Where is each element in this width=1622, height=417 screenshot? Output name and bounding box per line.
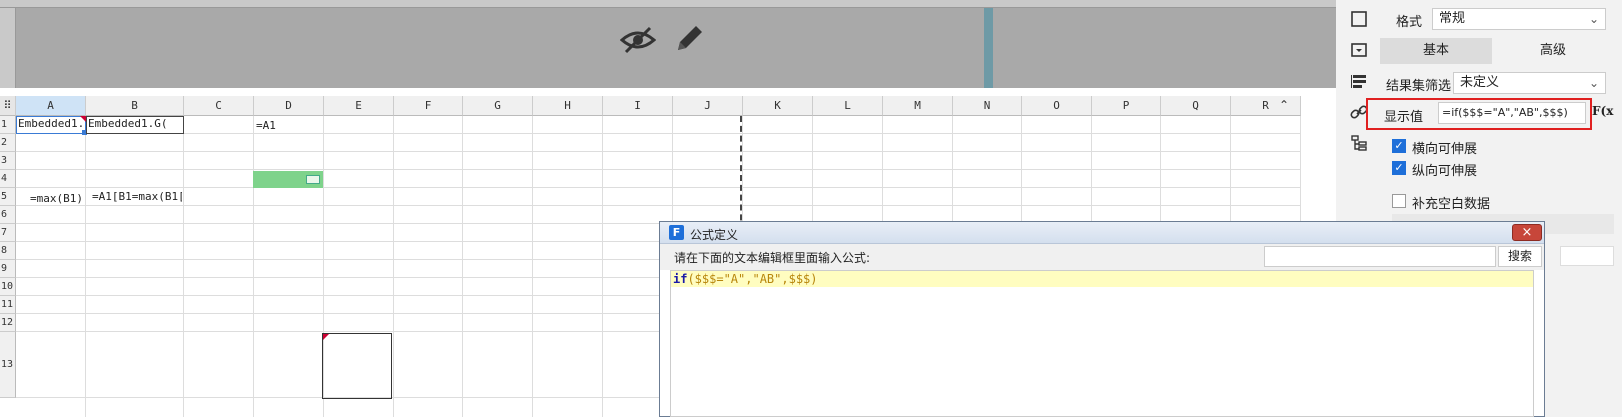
formula-args: ($$$="A","AB",$$$) xyxy=(687,272,818,286)
canvas-top-area xyxy=(0,0,1336,88)
dialog-titlebar[interactable]: F 公式定义 × xyxy=(660,222,1544,244)
close-icon[interactable]: × xyxy=(1512,224,1542,241)
cell-D1[interactable]: =A1 xyxy=(256,119,276,132)
formula-dialog: F 公式定义 × 请在下面的文本编辑框里面输入公式: 搜索 if($$$="A"… xyxy=(659,221,1545,417)
grid-column-line xyxy=(85,116,86,417)
resultset-filter-value: 未定义 xyxy=(1460,75,1500,90)
column-header-B[interactable]: B xyxy=(86,96,184,116)
row-header-11[interactable]: 11 xyxy=(0,296,16,314)
column-header-G[interactable]: G xyxy=(463,96,533,116)
tab-basic[interactable]: 基本 xyxy=(1380,38,1492,64)
column-header-J[interactable]: J xyxy=(673,96,743,116)
resultset-filter-label: 结果集筛选 xyxy=(1386,79,1452,94)
column-header-L[interactable]: L xyxy=(813,96,883,116)
left-ruler xyxy=(0,8,16,88)
dialog-toolbar: 请在下面的文本编辑框里面输入公式: 搜索 xyxy=(660,244,1544,270)
column-header-Q[interactable]: Q xyxy=(1161,96,1231,116)
cell-D13-border[interactable] xyxy=(322,333,392,399)
app-logo-icon: F xyxy=(669,225,684,240)
grid-column-line xyxy=(602,116,603,417)
grid-column-line xyxy=(393,116,394,417)
pencil-edit-icon[interactable] xyxy=(672,22,706,56)
chevron-down-icon: ⌄ xyxy=(1588,12,1599,26)
column-header-E[interactable]: E xyxy=(324,96,394,116)
widget-settings-icon[interactable] xyxy=(1350,72,1368,90)
chevron-down-icon: ⌄ xyxy=(1588,76,1599,90)
column-header-A[interactable]: A xyxy=(16,96,86,116)
row-header-9[interactable]: 9 xyxy=(0,260,16,278)
row-header-4[interactable]: 4 xyxy=(0,170,16,188)
grid-row-line xyxy=(16,169,1301,170)
fill-blank-label: 补充空白数据 xyxy=(1412,197,1491,212)
grid-corner[interactable]: ⠿ xyxy=(0,96,16,116)
grid-column-line xyxy=(532,116,533,417)
scroll-up-icon[interactable]: ⌃ xyxy=(1277,96,1291,116)
top-ruler xyxy=(0,0,1336,8)
display-value-input[interactable]: =if($$$="A","AB",$$$) xyxy=(1438,102,1586,124)
search-input[interactable] xyxy=(1264,246,1496,267)
disabled-input xyxy=(1560,246,1614,266)
cell-B5[interactable]: =A1[B1=max(B1[! xyxy=(92,190,182,203)
column-header-N[interactable]: N xyxy=(953,96,1022,116)
cell-A5[interactable]: =max(B1) xyxy=(30,192,83,205)
column-header-F[interactable]: F xyxy=(394,96,463,116)
column-header-D[interactable]: D xyxy=(254,96,324,116)
grid-column-line xyxy=(183,116,184,417)
column-header-O[interactable]: O xyxy=(1022,96,1092,116)
cell-marker xyxy=(80,116,86,122)
row-header-12[interactable]: 12 xyxy=(0,314,16,332)
formula-editor[interactable]: if($$$="A","AB",$$$) xyxy=(670,270,1534,417)
row-header-7[interactable]: 7 xyxy=(0,224,16,242)
column-header-M[interactable]: M xyxy=(883,96,953,116)
cell-A1[interactable]: Embedded1. xyxy=(18,117,84,130)
column-header-K[interactable]: K xyxy=(743,96,813,116)
dialog-title: 公式定义 xyxy=(690,228,739,242)
row-header-2[interactable]: 2 xyxy=(0,134,16,152)
formula-fx-icon[interactable]: F(x) xyxy=(1592,104,1614,122)
top-area-scrollbar[interactable] xyxy=(984,8,993,88)
formula-keyword: if xyxy=(673,272,688,286)
tab-advanced[interactable]: 高级 xyxy=(1492,38,1614,64)
row-header-6[interactable]: 6 xyxy=(0,206,16,224)
horizontal-expand-label: 横向可伸展 xyxy=(1412,142,1478,157)
formula-text[interactable]: if($$$="A","AB",$$$) xyxy=(673,272,818,286)
grid-row-line xyxy=(16,205,1301,206)
vertical-expand-checkbox[interactable]: ✓ xyxy=(1392,161,1406,175)
vertical-expand-label: 纵向可伸展 xyxy=(1412,164,1478,179)
row-header-8[interactable]: 8 xyxy=(0,242,16,260)
column-header-I[interactable]: I xyxy=(603,96,673,116)
grid-row-line xyxy=(16,187,1301,188)
resultset-filter-select[interactable]: 未定义 ⌄ xyxy=(1453,72,1606,94)
tree-structure-icon[interactable] xyxy=(1350,134,1368,152)
grid-column-line xyxy=(253,116,254,417)
row-header-10[interactable]: 10 xyxy=(0,278,16,296)
column-header-P[interactable]: P xyxy=(1092,96,1161,116)
hide-eye-icon[interactable] xyxy=(620,24,656,56)
cell-B1[interactable]: Embedded1.G( xyxy=(88,117,182,130)
grid-column-line xyxy=(462,116,463,417)
grid-row-line xyxy=(16,133,1301,134)
cell-element-icon[interactable] xyxy=(1350,10,1368,28)
row-header-3[interactable]: 3 xyxy=(0,152,16,170)
row-header-13[interactable]: 13 xyxy=(0,332,16,398)
search-button[interactable]: 搜索 xyxy=(1498,246,1542,267)
column-header-H[interactable]: H xyxy=(533,96,603,116)
dialog-prompt: 请在下面的文本编辑框里面输入公式: xyxy=(674,251,871,265)
horizontal-expand-checkbox[interactable]: ✓ xyxy=(1392,139,1406,153)
format-select-value: 常规 xyxy=(1439,11,1466,26)
grid-row-line xyxy=(16,151,1301,152)
cell-attribute-icon[interactable] xyxy=(1350,41,1368,59)
format-select[interactable]: 常规 ⌄ xyxy=(1432,8,1606,30)
row-header-1[interactable]: 1 xyxy=(0,116,16,134)
fill-blank-checkbox[interactable] xyxy=(1392,194,1406,208)
row-header-5[interactable]: 5 xyxy=(0,188,16,206)
cell-D4-widget[interactable] xyxy=(306,175,320,184)
cell-D13-marker xyxy=(323,334,329,340)
column-header-C[interactable]: C xyxy=(184,96,254,116)
display-value-label: 显示值 xyxy=(1384,110,1424,125)
format-label: 格式 xyxy=(1396,15,1423,30)
